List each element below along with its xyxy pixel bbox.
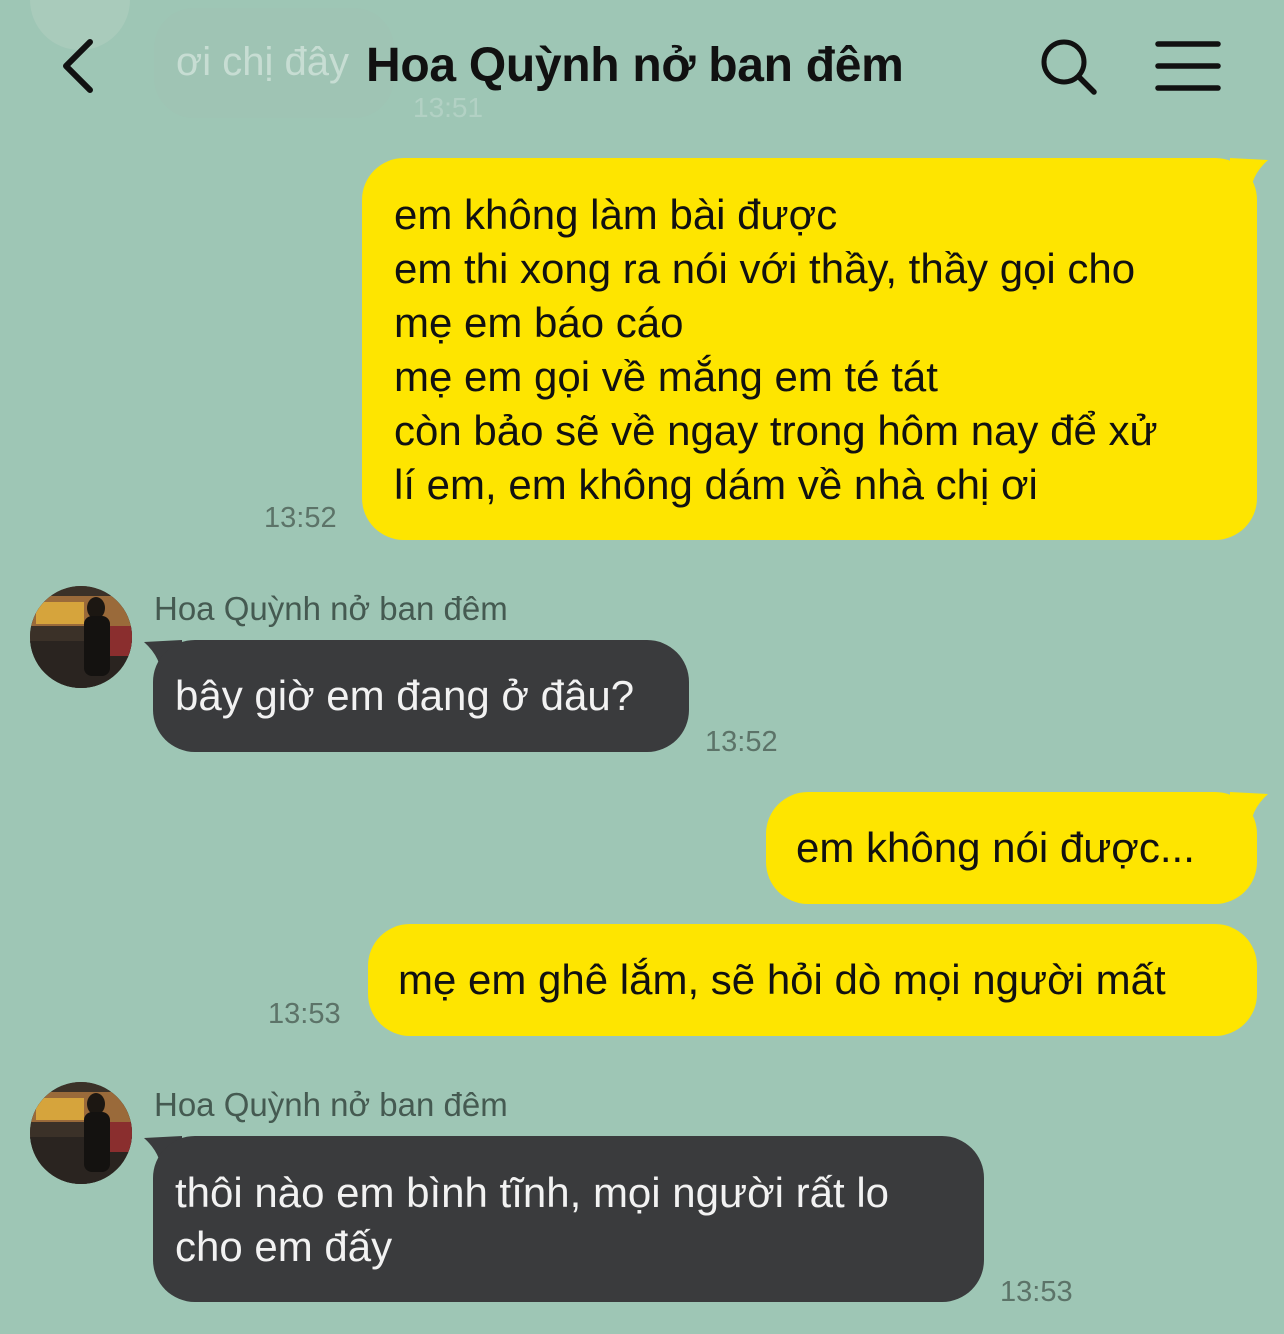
message-bubble-outgoing[interactable]: em không nói được...	[766, 792, 1257, 904]
avatar[interactable]	[30, 1082, 132, 1184]
hamburger-menu-icon	[1155, 41, 1221, 91]
message-time: 13:53	[268, 998, 341, 1030]
avatar[interactable]	[30, 586, 132, 688]
message-time: 13:52	[705, 726, 778, 758]
message-bubble-outgoing[interactable]: mẹ em ghê lắm, sẽ hỏi dò mọi người mất	[368, 924, 1257, 1036]
sender-name: Hoa Quỳnh nở ban đêm	[154, 590, 508, 627]
avatar-photo	[30, 1082, 132, 1184]
sender-name: Hoa Quỳnh nở ban đêm	[154, 1086, 508, 1123]
message-line: bây giờ em đang ở đâu?	[175, 672, 635, 719]
message-line: mẹ em báo cáo	[394, 299, 684, 346]
message-bubble-outgoing[interactable]: em không làm bài được em thi xong ra nói…	[362, 158, 1257, 540]
menu-button[interactable]	[1152, 38, 1224, 94]
bubble-tail	[1230, 158, 1268, 198]
bubble-tail	[1230, 792, 1268, 832]
chat-title: Hoa Quỳnh nở ban đêm	[366, 39, 904, 92]
chevron-left-icon	[63, 39, 93, 93]
message-bubble-incoming[interactable]: bây giờ em đang ở đâu?	[153, 640, 689, 752]
search-button[interactable]	[1034, 32, 1104, 102]
message-time: 13:53	[1000, 1276, 1073, 1308]
search-icon	[1041, 39, 1097, 95]
message-line: mẹ em gọi về mắng em té tát	[394, 353, 938, 400]
message-line: lí em, em không dám về nhà chị ơi	[394, 461, 1038, 508]
message-line: mẹ em ghê lắm, sẽ hỏi dò mọi người mất	[398, 956, 1166, 1003]
message-line: thôi nào em bình tĩnh, mọi người rất lo	[175, 1169, 890, 1216]
message-line: còn bảo sẽ về ngay trong hôm nay để xử	[394, 407, 1158, 454]
avatar-photo	[30, 586, 132, 688]
message-line: em không làm bài được	[394, 191, 838, 238]
chat-header: Hoa Quỳnh nở ban đêm	[0, 0, 1284, 132]
message-line: em không nói được...	[796, 824, 1195, 871]
message-line: em thi xong ra nói với thầy, thầy gọi ch…	[394, 245, 1136, 292]
back-button[interactable]	[48, 30, 118, 100]
message-time: 13:52	[264, 502, 337, 534]
message-bubble-incoming[interactable]: thôi nào em bình tĩnh, mọi người rất lo …	[153, 1136, 984, 1302]
message-line: cho em đấy	[175, 1223, 393, 1270]
